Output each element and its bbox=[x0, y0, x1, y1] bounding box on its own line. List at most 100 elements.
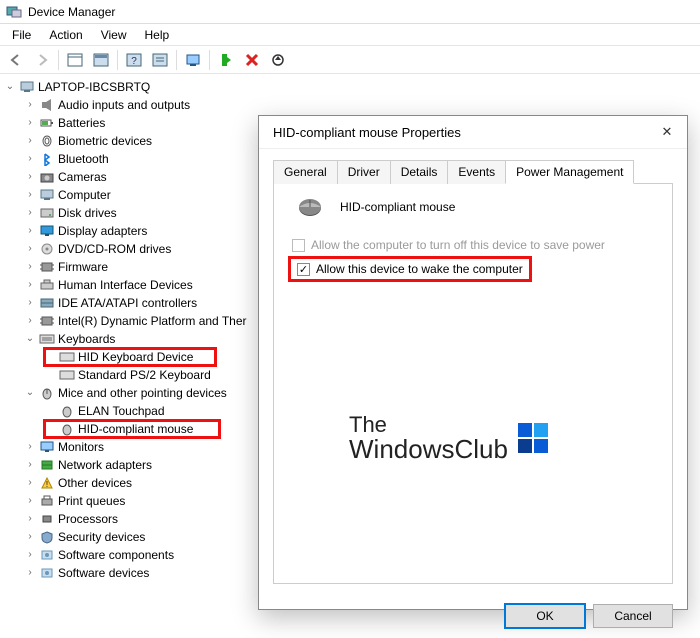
properties-dialog: HID-compliant mouse Properties ✕ General… bbox=[258, 115, 688, 610]
tree-item-label: Intel(R) Dynamic Platform and Ther bbox=[58, 312, 247, 330]
watermark-line2: WindowsClub bbox=[349, 436, 508, 462]
tree-item-label: Software devices bbox=[58, 564, 149, 582]
expander-icon[interactable]: › bbox=[24, 150, 36, 168]
pc-icon bbox=[18, 79, 36, 95]
close-icon[interactable]: ✕ bbox=[657, 124, 677, 140]
tree-item[interactable]: ›Audio inputs and outputs bbox=[4, 96, 700, 114]
mouse-large-icon bbox=[294, 196, 326, 218]
checkbox-label: Allow the computer to turn off this devi… bbox=[311, 238, 605, 252]
cpu-icon bbox=[38, 511, 56, 527]
tree-item-label: Cameras bbox=[58, 168, 107, 186]
expander-icon[interactable]: › bbox=[24, 132, 36, 150]
tab-power-management[interactable]: Power Management bbox=[505, 160, 634, 184]
back-button[interactable] bbox=[4, 49, 28, 71]
tree-root[interactable]: ⌄ LAPTOP-IBCSBRTQ bbox=[4, 78, 700, 96]
checkbox-label: Allow this device to wake the computer bbox=[316, 262, 523, 276]
tree-item-label: HID Keyboard Device bbox=[78, 348, 193, 366]
tree-item-label: Monitors bbox=[58, 438, 104, 456]
tab-strip: General Driver Details Events Power Mana… bbox=[273, 159, 673, 184]
checkbox-allow-wake[interactable]: ✓ Allow this device to wake the computer bbox=[293, 262, 523, 276]
sec-icon bbox=[38, 529, 56, 545]
menu-file[interactable]: File bbox=[4, 26, 39, 44]
expander-icon[interactable]: › bbox=[24, 312, 36, 330]
toolbar: ? bbox=[0, 46, 700, 74]
expander-icon[interactable]: › bbox=[24, 546, 36, 564]
tree-item-label: Human Interface Devices bbox=[58, 276, 193, 294]
enable-button[interactable] bbox=[214, 49, 238, 71]
expander-icon[interactable]: ⌄ bbox=[24, 330, 36, 348]
cancel-button[interactable]: Cancel bbox=[593, 604, 673, 628]
expander-icon[interactable]: › bbox=[24, 474, 36, 492]
expander-icon[interactable]: › bbox=[24, 564, 36, 582]
expander-icon[interactable]: › bbox=[24, 492, 36, 510]
expander-icon[interactable]: › bbox=[24, 96, 36, 114]
dialog-titlebar[interactable]: HID-compliant mouse Properties ✕ bbox=[259, 116, 687, 149]
expander-icon[interactable]: › bbox=[24, 294, 36, 312]
properties-button[interactable] bbox=[89, 49, 113, 71]
checkbox-icon[interactable]: ✓ bbox=[297, 263, 310, 276]
display-icon bbox=[38, 223, 56, 239]
windows-logo-icon bbox=[518, 423, 548, 453]
expander-icon[interactable]: › bbox=[24, 168, 36, 186]
update-button[interactable] bbox=[266, 49, 290, 71]
mouse-icon bbox=[58, 403, 76, 419]
tree-item-label: Processors bbox=[58, 510, 118, 528]
menu-help[interactable]: Help bbox=[137, 26, 178, 44]
expander-icon[interactable]: › bbox=[24, 528, 36, 546]
expander-icon[interactable]: › bbox=[24, 240, 36, 258]
tree-item-label: IDE ATA/ATAPI controllers bbox=[58, 294, 197, 312]
tree-item-label: Security devices bbox=[58, 528, 145, 546]
expander-icon[interactable]: › bbox=[24, 258, 36, 276]
expander-icon[interactable]: › bbox=[24, 510, 36, 528]
chip2-icon bbox=[38, 313, 56, 329]
tree-item-label: Bluetooth bbox=[58, 150, 109, 168]
show-hidden-button[interactable] bbox=[63, 49, 87, 71]
tree-item-label: Firmware bbox=[58, 258, 108, 276]
expander-icon[interactable]: › bbox=[24, 204, 36, 222]
menu-view[interactable]: View bbox=[93, 26, 135, 44]
forward-button[interactable] bbox=[30, 49, 54, 71]
tree-item-label: Disk drives bbox=[58, 204, 117, 222]
sw2-icon bbox=[38, 565, 56, 581]
tree-hid-keyboard[interactable]: · HID Keyboard Device bbox=[44, 348, 216, 366]
svg-text:?: ? bbox=[131, 56, 137, 67]
tree-item-label: Standard PS/2 Keyboard bbox=[78, 366, 211, 384]
expander-icon[interactable]: › bbox=[24, 438, 36, 456]
uninstall-button[interactable] bbox=[240, 49, 264, 71]
disk-icon bbox=[38, 205, 56, 221]
help-button[interactable]: ? bbox=[122, 49, 146, 71]
tree-item-label: HID-compliant mouse bbox=[78, 420, 193, 438]
watermark: The WindowsClub bbox=[349, 414, 548, 462]
watermark-line1: The bbox=[349, 414, 508, 436]
menu-action[interactable]: Action bbox=[41, 26, 90, 44]
tab-driver[interactable]: Driver bbox=[337, 160, 391, 184]
tab-events[interactable]: Events bbox=[447, 160, 506, 184]
print-icon bbox=[38, 493, 56, 509]
svg-text:!: ! bbox=[46, 480, 48, 489]
expander-icon[interactable]: › bbox=[24, 186, 36, 204]
audio-icon bbox=[38, 97, 56, 113]
tree-item-label: Keyboards bbox=[58, 330, 115, 348]
expander-icon[interactable]: ⌄ bbox=[24, 384, 36, 402]
tab-panel-power: HID-compliant mouse Allow the computer t… bbox=[273, 184, 673, 584]
scan-button[interactable] bbox=[181, 49, 205, 71]
expander-icon[interactable]: › bbox=[24, 456, 36, 474]
tree-item-label: Network adapters bbox=[58, 456, 152, 474]
ok-button[interactable]: OK bbox=[505, 604, 585, 628]
expander-icon[interactable]: › bbox=[24, 276, 36, 294]
options-button[interactable] bbox=[148, 49, 172, 71]
pc-icon bbox=[38, 187, 56, 203]
hid-icon bbox=[38, 277, 56, 293]
window-title: Device Manager bbox=[28, 5, 115, 19]
tab-details[interactable]: Details bbox=[390, 160, 449, 184]
monitor-icon bbox=[38, 439, 56, 455]
expander-icon[interactable]: ⌄ bbox=[4, 78, 16, 96]
expander-icon[interactable]: › bbox=[24, 222, 36, 240]
checkbox-allow-turnoff: Allow the computer to turn off this devi… bbox=[288, 238, 658, 252]
tree-hid-mouse[interactable]: · HID-compliant mouse bbox=[44, 420, 220, 438]
dialog-title: HID-compliant mouse Properties bbox=[273, 125, 461, 140]
tab-general[interactable]: General bbox=[273, 160, 338, 184]
finger-icon bbox=[38, 133, 56, 149]
checkbox-icon bbox=[292, 239, 305, 252]
expander-icon[interactable]: › bbox=[24, 114, 36, 132]
